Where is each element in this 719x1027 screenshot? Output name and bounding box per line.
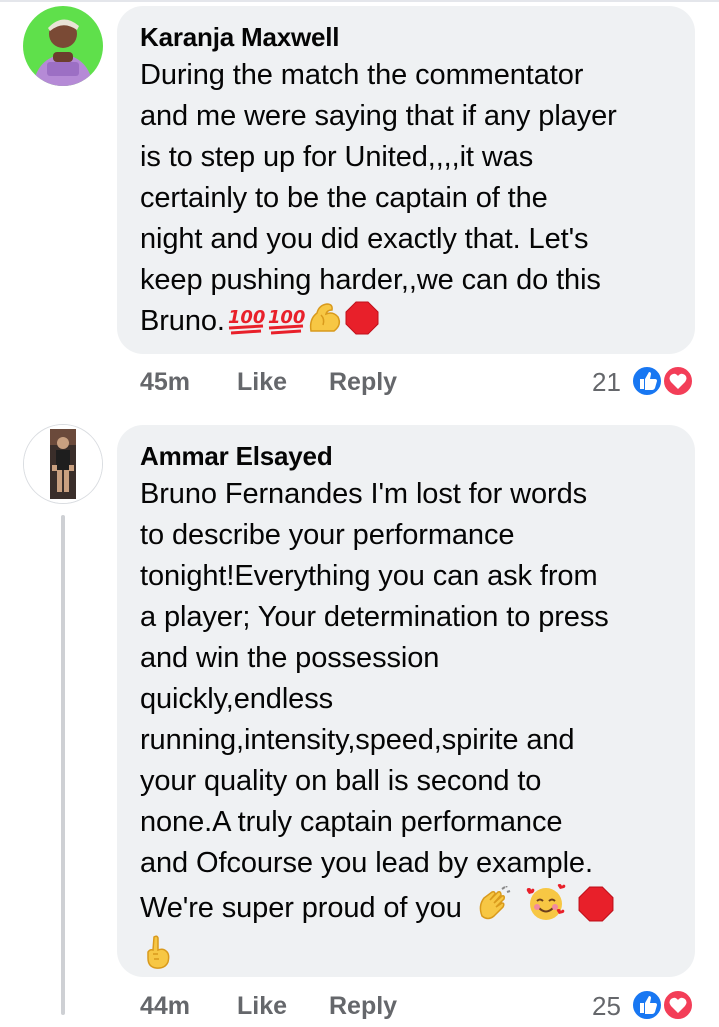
like-reaction-icon: [631, 989, 663, 1021]
comment-line: your quality on ball is second to: [140, 765, 542, 797]
comment-line: and win the possession: [140, 642, 440, 674]
comment-line: and Ofcourse you lead by example.: [140, 847, 593, 879]
comment-line: is to step up for United,,,,it was: [140, 141, 534, 173]
avatar[interactable]: [23, 6, 103, 86]
like-button[interactable]: Like: [237, 992, 287, 1021]
comment-line: to describe your performance: [140, 519, 515, 551]
comment-line: certainly to be the captain of the: [140, 182, 548, 214]
comment-last-line: We're super proud of you: [140, 884, 690, 934]
comment-last-line: Bruno. 100 100: [140, 301, 690, 347]
hundred-points-icon: 100: [227, 303, 265, 347]
hand-pointing-up-icon: [142, 934, 172, 982]
comment-line: We're super proud of you: [140, 892, 462, 924]
smiling-face-with-hearts-icon: [526, 884, 566, 934]
comment-line: and me were saying that if any player: [140, 100, 617, 132]
timestamp[interactable]: 44m: [140, 992, 190, 1021]
comment-line: a player; Your determination to press: [140, 601, 609, 633]
like-button[interactable]: Like: [237, 368, 287, 397]
flexed-biceps-icon: [307, 301, 343, 347]
comment-line: none.A truly captain performance: [140, 806, 563, 838]
reply-thread-line: [61, 515, 65, 1015]
reaction-count[interactable]: 21: [592, 367, 621, 398]
stop-sign-icon: [578, 886, 614, 934]
comment-line: Bruno Fernandes I'm lost for words: [140, 478, 587, 510]
hundred-points-icon: 100: [267, 303, 305, 347]
top-divider: [0, 0, 719, 2]
comment-text: During the match the commentator and me …: [140, 55, 690, 347]
comment-line: keep pushing harder,,we can do this: [140, 264, 601, 296]
comment-line: quickly,endless: [140, 683, 334, 715]
comment-author[interactable]: Karanja Maxwell: [140, 22, 340, 53]
comment-line: tonight!Everything you can ask from: [140, 560, 598, 592]
reactions[interactable]: [630, 988, 696, 1027]
reactions[interactable]: [630, 364, 696, 403]
reply-button[interactable]: Reply: [329, 368, 397, 397]
avatar[interactable]: [23, 424, 103, 504]
stop-sign-icon: [345, 301, 379, 347]
love-reaction-icon: [662, 989, 694, 1021]
like-reaction-icon: [631, 365, 663, 397]
comment-line: night and you did exactly that. Let's: [140, 223, 589, 255]
avatar-photo-icon: [23, 6, 103, 86]
comment-line: During the match the commentator: [140, 59, 584, 91]
timestamp[interactable]: 45m: [140, 368, 190, 397]
reply-button[interactable]: Reply: [329, 992, 397, 1021]
comment-text: Bruno Fernandes I'm lost for words to de…: [140, 474, 690, 982]
love-reaction-icon: [662, 365, 694, 397]
comment-line: Bruno.: [140, 305, 225, 337]
avatar-photo-icon: [24, 425, 102, 503]
comment-extra-line: [140, 934, 690, 982]
comment-line: running,intensity,speed,spirite and: [140, 724, 575, 756]
clapping-hands-icon: [476, 885, 514, 934]
comment-author[interactable]: Ammar Elsayed: [140, 441, 333, 472]
reaction-count[interactable]: 25: [592, 991, 621, 1022]
